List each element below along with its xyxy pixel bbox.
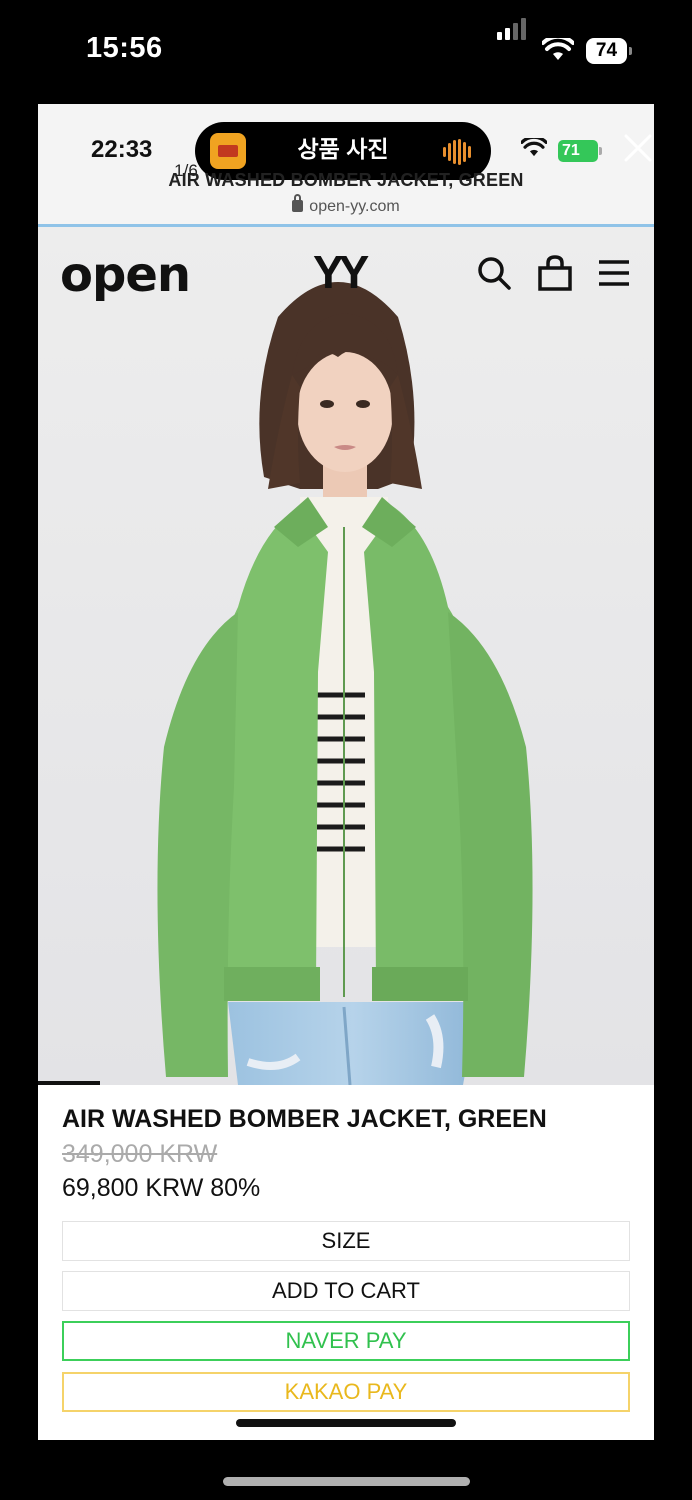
wifi-icon xyxy=(542,38,574,60)
sale-price: 69,800 KRW 80% xyxy=(62,1174,261,1202)
slide-indicator xyxy=(38,1081,100,1085)
shopping-bag-icon[interactable] xyxy=(537,255,573,291)
screenshot-viewer: 22:33 상품 사진 1/6 71 AIR WASHED BOMBER JAC… xyxy=(38,104,654,1440)
menu-icon[interactable] xyxy=(597,255,631,291)
battery-level: 74 xyxy=(586,38,627,64)
battery-level: 71 xyxy=(562,142,580,159)
site-logo[interactable]: open xyxy=(60,247,191,303)
kakao-pay-button[interactable]: KAKAO PAY xyxy=(62,1372,630,1412)
url-text: open-yy.com xyxy=(309,198,400,215)
home-indicator xyxy=(236,1419,456,1427)
naver-pay-button[interactable]: NAVER PAY xyxy=(62,1321,630,1361)
add-to-cart-button[interactable]: ADD TO CART xyxy=(62,1271,630,1311)
audio-wave-icon xyxy=(443,139,475,165)
battery-icon: 74 xyxy=(586,38,632,64)
inner-clock: 22:33 xyxy=(91,136,153,163)
product-image[interactable]: open YY xyxy=(38,227,654,1085)
lock-icon xyxy=(292,194,304,212)
close-icon[interactable] xyxy=(622,132,654,164)
url-bar[interactable]: open-yy.com xyxy=(38,194,654,216)
browser-header: 22:33 상품 사진 1/6 71 AIR WASHED BOMBER JAC… xyxy=(38,104,654,224)
product-info: AIR WASHED BOMBER JACKET, GREEN 349,000 … xyxy=(38,1085,654,1440)
size-button[interactable]: SIZE xyxy=(62,1221,630,1261)
device-clock: 15:56 xyxy=(86,32,163,64)
original-price: 349,000 KRW xyxy=(62,1140,218,1168)
page-title: AIR WASHED BOMBER JACKET, GREEN xyxy=(168,170,524,190)
device-status-bar: 15:56 74 xyxy=(0,0,692,104)
wifi-icon xyxy=(521,138,547,157)
search-icon[interactable] xyxy=(476,255,512,291)
home-indicator[interactable] xyxy=(223,1477,470,1486)
site-logo-yy[interactable]: YY xyxy=(313,245,369,299)
product-name: AIR WASHED BOMBER JACKET, GREEN xyxy=(62,1105,547,1133)
battery-icon: 71 xyxy=(558,140,602,162)
model-photo xyxy=(38,227,654,1085)
